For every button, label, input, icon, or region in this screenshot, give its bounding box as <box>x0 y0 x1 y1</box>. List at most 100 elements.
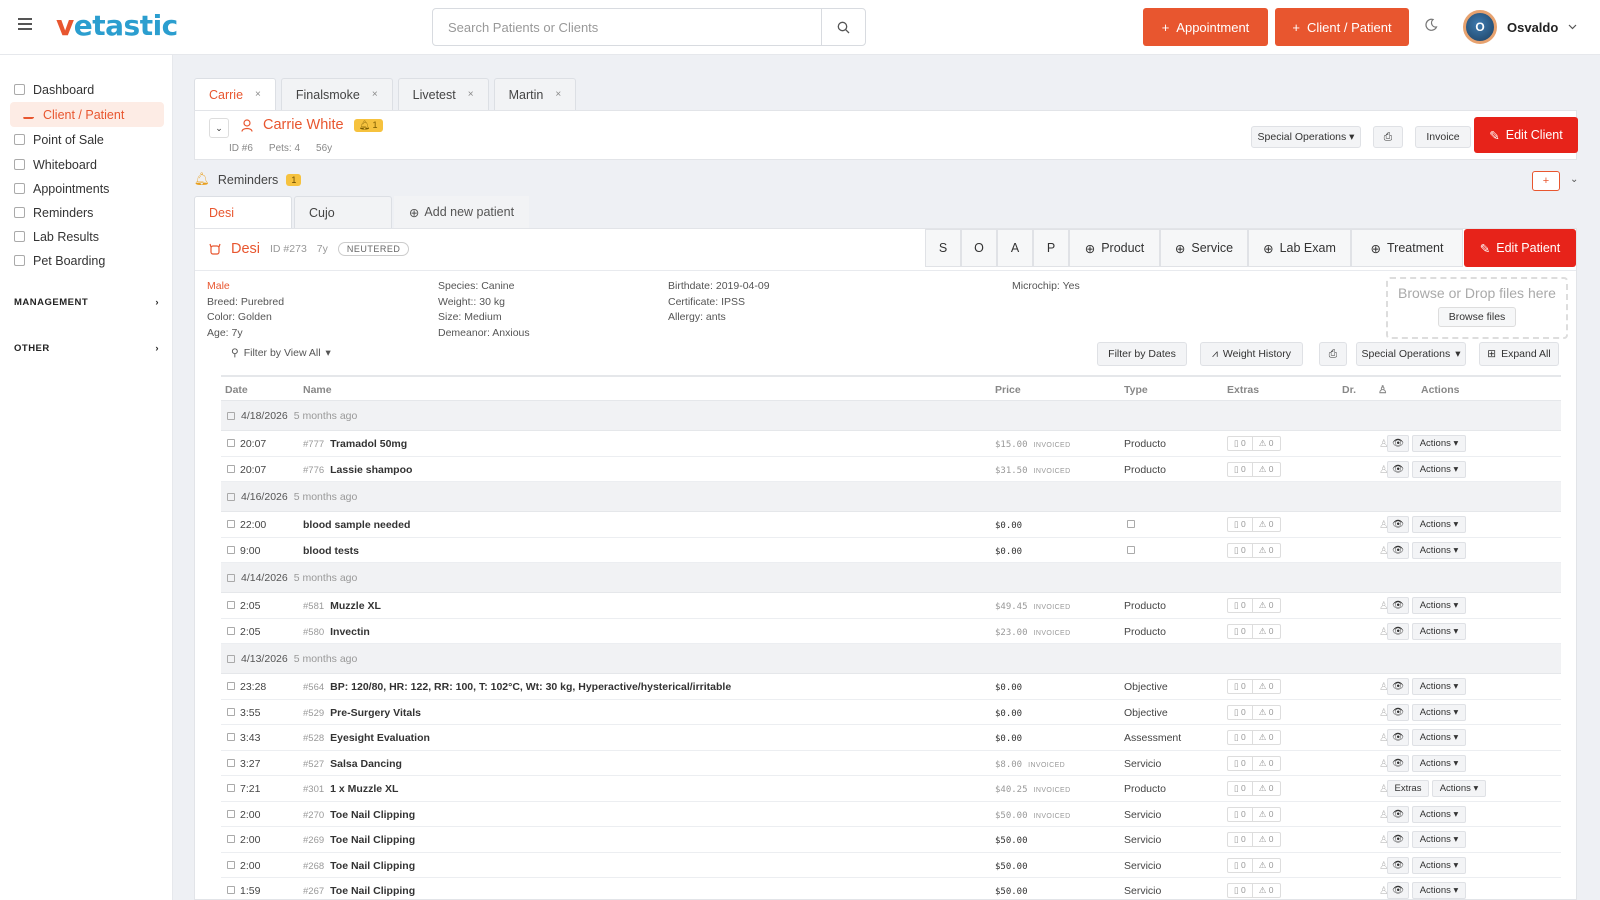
item-name[interactable]: blood tests <box>303 545 359 557</box>
file-count-icon[interactable]: ▯ 0 <box>1228 705 1253 719</box>
alert-count-icon[interactable]: ⚠ 0 <box>1253 859 1280 872</box>
view-button[interactable]: 👁︎ <box>1387 805 1409 823</box>
col-date[interactable]: Date <box>225 384 248 396</box>
add-patient-button[interactable]: ⊕ Add new patient <box>394 196 529 228</box>
alert-count-icon[interactable]: ⚠ 0 <box>1253 518 1280 531</box>
item-name[interactable]: #270 Toe Nail Clipping <box>303 809 415 821</box>
file-count-icon[interactable]: ▯ 0 <box>1228 884 1253 897</box>
actions-dropdown[interactable]: Actions ▾ <box>1412 622 1466 640</box>
actions-dropdown[interactable]: Actions ▾ <box>1412 882 1466 899</box>
table-row[interactable]: 22:00 blood sample needed $0.00 ▯ 0 ⚠ 0 ♙… <box>221 512 1561 538</box>
date-group-row[interactable]: 4/16/2026 5 months ago <box>221 482 1561 512</box>
view-button[interactable]: 👁︎ <box>1387 703 1409 721</box>
alert-count-icon[interactable]: ⚠ 0 <box>1253 599 1280 612</box>
item-name[interactable]: #269 Toe Nail Clipping <box>303 834 415 846</box>
view-button[interactable]: 👁︎ <box>1387 622 1409 640</box>
view-button[interactable]: 👁︎ <box>1387 754 1409 772</box>
item-name[interactable]: #564 BP: 120/80, HR: 122, RR: 100, T: 102… <box>303 681 731 693</box>
extras-button[interactable]: Extras <box>1387 780 1429 797</box>
file-count-icon[interactable]: ▯ 0 <box>1228 833 1253 846</box>
actions-dropdown[interactable]: Actions ▾ <box>1412 460 1466 478</box>
patient-tab[interactable]: Desi <box>194 196 292 228</box>
item-name[interactable]: #581 Muzzle XL <box>303 600 381 612</box>
file-count-icon[interactable]: ▯ 0 <box>1228 858 1253 872</box>
item-name[interactable]: #529 Pre-Surgery Vitals <box>303 707 421 719</box>
alert-count-icon[interactable]: ⚠ 0 <box>1253 884 1280 897</box>
soap-o-button[interactable]: O <box>961 229 997 267</box>
file-count-icon[interactable]: ▯ 0 <box>1228 731 1253 744</box>
close-icon[interactable]: × <box>372 89 378 100</box>
soap-s-button[interactable]: S <box>925 229 961 267</box>
table-row[interactable]: 9:00 blood tests $0.00 ▯ 0 ⚠ 0 ♙ 👁︎ Actio… <box>221 538 1561 563</box>
sidebar-section-other[interactable]: OTHER › <box>14 343 159 354</box>
reminders-toggle[interactable]: 🔔︎ Reminders 1 <box>194 172 302 187</box>
file-count-icon[interactable]: ▯ 0 <box>1228 599 1253 612</box>
table-row[interactable]: 7:21 #301 1 x Muzzle XL $40.25 INVOICED Pr… <box>221 776 1561 802</box>
sidebar-item-point-of-sale[interactable]: Point of Sale <box>10 127 164 152</box>
col-name[interactable]: Name <box>303 384 332 396</box>
table-row[interactable]: 20:07 #777 Tramadol 50mg $15.00 INVOICED P… <box>221 431 1561 457</box>
view-button[interactable]: 👁︎ <box>1387 678 1409 695</box>
col-type[interactable]: Type <box>1124 384 1148 396</box>
sidebar-section-management[interactable]: MANAGEMENT › <box>14 297 159 308</box>
item-name[interactable]: blood sample needed <box>303 519 410 531</box>
table-row[interactable]: 2:05 #580 Invectin $23.00 INVOICED Product… <box>221 619 1561 644</box>
close-icon[interactable]: × <box>555 89 561 100</box>
view-button[interactable]: 👁︎ <box>1387 831 1409 848</box>
browse-files-button[interactable]: Browse files <box>1437 307 1517 327</box>
col-extras[interactable]: Extras <box>1227 384 1259 396</box>
file-count-icon[interactable]: ▯ 0 <box>1228 782 1253 795</box>
actions-dropdown[interactable]: Actions ▾ <box>1412 678 1466 695</box>
add-product-button[interactable]: ⊕ Product <box>1069 229 1160 267</box>
item-name[interactable]: #527 Salsa Dancing <box>303 758 402 770</box>
view-button[interactable]: 👁︎ <box>1387 882 1409 899</box>
table-row[interactable]: 2:05 #581 Muzzle XL $49.45 INVOICED Produc… <box>221 593 1561 619</box>
date-group-row[interactable]: 4/14/2026 5 months ago <box>221 563 1561 593</box>
client-tab[interactable]: Livetest × <box>397 78 489 110</box>
add-reminder-button[interactable]: + <box>1532 171 1560 191</box>
client-tab[interactable]: Finalsmoke × <box>280 78 393 110</box>
file-count-icon[interactable]: ▯ 0 <box>1228 756 1253 770</box>
actions-dropdown[interactable]: Actions ▾ <box>1412 435 1466 452</box>
col-doctor[interactable]: Dr. <box>1342 384 1356 396</box>
date-group-row[interactable]: 4/18/2026 5 months ago <box>221 401 1561 431</box>
actions-dropdown[interactable]: Actions ▾ <box>1412 541 1466 559</box>
table-row[interactable]: 2:00 #269 Toe Nail Clipping $50.00 Servic… <box>221 827 1561 853</box>
new-appointment-button[interactable]: + Appointment <box>1143 8 1268 46</box>
special-operations-button[interactable]: Special Operations ▾ <box>1251 126 1361 148</box>
sidebar-item-whiteboard[interactable]: Whiteboard <box>10 152 164 177</box>
col-price[interactable]: Price <box>995 384 1021 396</box>
search-input[interactable] <box>433 9 821 45</box>
view-button[interactable]: 👁︎ <box>1387 729 1409 746</box>
alert-count-icon[interactable]: ⚠ 0 <box>1253 544 1280 557</box>
item-name[interactable]: #268 Toe Nail Clipping <box>303 860 415 872</box>
file-count-icon[interactable]: ▯ 0 <box>1228 437 1253 450</box>
alert-count-icon[interactable]: ⚠ 0 <box>1253 463 1280 476</box>
client-tab[interactable]: Martin × <box>493 78 577 110</box>
checkbox-icon[interactable] <box>1127 520 1135 528</box>
collapse-button[interactable]: ⌄ <box>209 118 229 138</box>
file-count-icon[interactable]: ▯ 0 <box>1228 462 1253 476</box>
close-icon[interactable]: × <box>468 89 474 100</box>
table-row[interactable]: 1:59 #267 Toe Nail Clipping $50.00 Servic… <box>221 878 1561 899</box>
item-name[interactable]: #528 Eyesight Evaluation <box>303 732 430 744</box>
table-row[interactable]: 2:00 #270 Toe Nail Clipping $50.00 INVOICE… <box>221 802 1561 827</box>
sidebar-item-appointments[interactable]: Appointments <box>10 176 164 201</box>
file-drop-zone[interactable]: Browse or Drop files here Browse files <box>1386 277 1568 339</box>
actions-dropdown[interactable]: Actions ▾ <box>1412 754 1466 772</box>
print-button[interactable]: ⎙ <box>1319 342 1347 366</box>
actions-dropdown[interactable]: Actions ▾ <box>1412 703 1466 721</box>
chevron-down-icon[interactable]: ⌄ <box>1570 174 1578 185</box>
actions-dropdown[interactable]: Actions ▾ <box>1412 805 1466 823</box>
table-row[interactable]: 2:00 #268 Toe Nail Clipping $50.00 Servic… <box>221 853 1561 878</box>
actions-dropdown[interactable]: Actions ▾ <box>1412 729 1466 746</box>
alert-count-icon[interactable]: ⚠ 0 <box>1253 808 1280 821</box>
table-row[interactable]: 3:55 #529 Pre-Surgery Vitals $0.00 Object… <box>221 700 1561 725</box>
actions-dropdown[interactable]: Actions ▾ <box>1412 856 1466 874</box>
item-name[interactable]: #267 Toe Nail Clipping <box>303 885 415 897</box>
item-name[interactable]: #580 Invectin <box>303 626 370 638</box>
sidebar-item-reminders[interactable]: Reminders <box>10 200 164 225</box>
filter-by-dates-button[interactable]: Filter by Dates <box>1097 342 1187 366</box>
sidebar-item-client-patient[interactable]: Client / Patient <box>10 102 164 127</box>
alert-count-icon[interactable]: ⚠ 0 <box>1253 706 1280 719</box>
